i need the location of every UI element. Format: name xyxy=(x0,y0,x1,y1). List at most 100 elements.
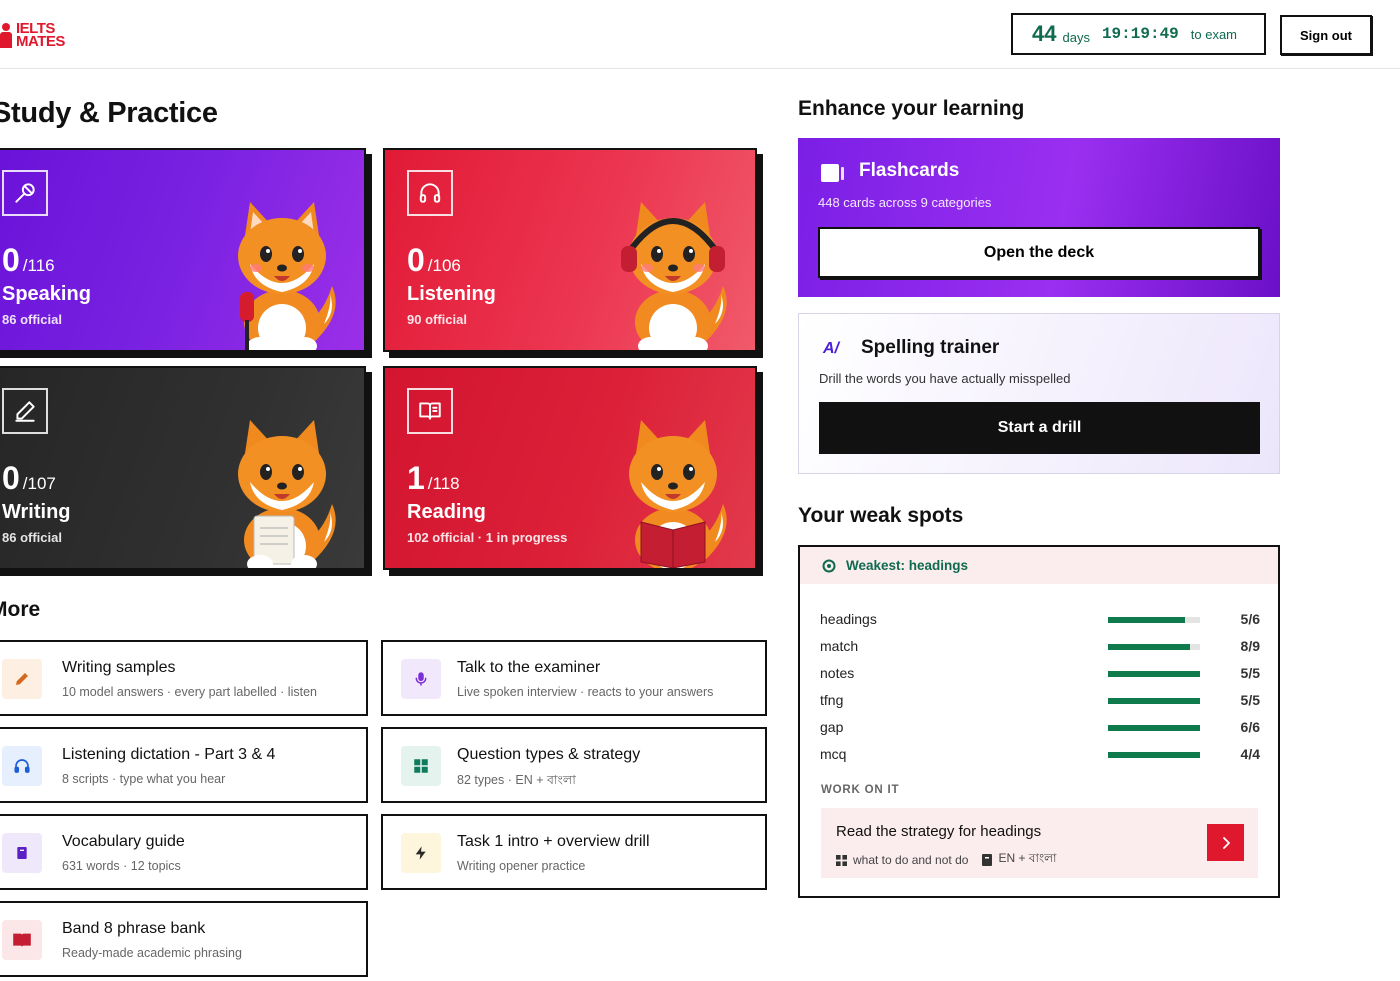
weak-spots-heading: Your weak spots xyxy=(798,504,964,527)
weak-row-label: tfng xyxy=(820,692,844,708)
weak-row: notes 5/5 xyxy=(820,665,1260,683)
weak-row-bar xyxy=(1108,698,1200,704)
listening-card[interactable]: 0/106 Listening 90 official xyxy=(383,148,757,352)
weak-row-label: mcq xyxy=(820,746,847,762)
spelling-trainer-card: A/ Spelling trainer Drill the words you … xyxy=(798,313,1280,474)
speaking-sub: 86 official xyxy=(2,312,62,327)
headphones-icon xyxy=(2,746,42,786)
weak-row-score: 5/5 xyxy=(1240,692,1260,708)
reading-label: Reading xyxy=(407,501,486,523)
weak-row-label: notes xyxy=(820,665,855,681)
spelling-icon: A/ xyxy=(823,340,839,357)
writing-samples-tile[interactable]: Writing samples 10 model answers · every… xyxy=(0,640,368,716)
strategy-open-button[interactable] xyxy=(1207,824,1244,861)
tool-sub: Writing opener practice xyxy=(457,859,586,873)
listening-done: 0 xyxy=(407,242,425,278)
strategy-card[interactable]: Read the strategy for headings what to d… xyxy=(821,808,1258,878)
weak-row: headings 5/6 xyxy=(820,611,1260,629)
speaking-total: /116 xyxy=(22,256,55,275)
band8-phrase-bank-tile[interactable]: Band 8 phrase bank Ready-made academic p… xyxy=(0,901,368,977)
ielts-mates-logo[interactable]: IELTS MATES xyxy=(0,20,65,50)
speaking-card[interactable]: 0/116 Speaking 86 official xyxy=(0,148,366,352)
book-icon xyxy=(407,388,453,434)
reading-card[interactable]: 1/118 Reading 102 official · 1 in progre… xyxy=(383,366,757,570)
weak-row-label: gap xyxy=(820,719,844,735)
strategy-title: Read the strategy for headings xyxy=(836,823,1042,840)
weak-row-fill xyxy=(1108,671,1200,677)
weak-row-score: 5/6 xyxy=(1240,611,1260,627)
countdown-suffix: to exam xyxy=(1190,26,1238,42)
talk-to-examiner-tile[interactable]: Talk to the examiner Live spoken intervi… xyxy=(381,640,767,716)
exam-countdown: 44 days 19:19:49 to exam xyxy=(1011,13,1266,55)
writing-total: /107 xyxy=(22,474,56,493)
strategy-meta-1: what to do and not do xyxy=(853,853,969,867)
microphone-icon xyxy=(401,659,441,699)
chevron-right-icon xyxy=(1222,836,1230,849)
writing-card[interactable]: 0/107 Writing 86 official xyxy=(0,366,366,570)
more-heading: More xyxy=(0,598,41,621)
fox-mascot-writing xyxy=(238,420,336,568)
countdown-clock: 19:19:49 xyxy=(1101,25,1179,43)
strategy-meta: what to do and not do EN + বাংলা xyxy=(836,850,1057,870)
open-book-icon xyxy=(2,920,42,960)
microphone-icon xyxy=(2,170,48,216)
study-practice-heading: Study & Practice xyxy=(0,97,218,129)
headphones-icon xyxy=(407,170,453,216)
vocabulary-guide-tile[interactable]: Vocabulary guide 631 words · 12 topics xyxy=(0,814,368,890)
task1-drill-tile[interactable]: Task 1 intro + overview drill Writing op… xyxy=(381,814,767,890)
pencil-icon xyxy=(2,659,42,699)
weakest-label: Weakest: headings xyxy=(846,558,969,573)
weak-row-bar xyxy=(1108,644,1200,650)
weak-row-bar xyxy=(1108,617,1200,623)
weak-row-label: headings xyxy=(820,611,877,627)
logo-line-2: MATES xyxy=(16,33,65,50)
book-icon xyxy=(2,833,42,873)
weak-row-fill xyxy=(1108,752,1200,758)
writing-label: Writing xyxy=(2,501,71,523)
tool-title: Writing samples xyxy=(62,659,176,676)
weak-row-score: 4/4 xyxy=(1240,746,1260,762)
weak-row-score: 6/6 xyxy=(1240,719,1260,735)
lightning-icon xyxy=(401,833,441,873)
tool-title: Band 8 phrase bank xyxy=(62,920,206,937)
weak-row: mcq 4/4 xyxy=(820,746,1260,764)
fox-mascot-speaking xyxy=(238,202,336,350)
tool-sub: Ready-made academic phrasing xyxy=(62,946,242,960)
reading-total: /118 xyxy=(427,474,460,493)
tool-sub: Live spoken interview · reacts to your a… xyxy=(457,685,714,699)
work-on-it-label: WORK ON IT xyxy=(821,784,900,796)
listening-total: /106 xyxy=(427,256,461,275)
start-drill-button[interactable]: Start a drill xyxy=(819,402,1260,454)
weak-row-fill xyxy=(1108,617,1185,623)
listening-label: Listening xyxy=(407,283,496,305)
listening-sub: 90 official xyxy=(407,312,467,327)
tool-sub: 8 scripts · type what you hear xyxy=(62,772,226,786)
weak-row-score: 5/5 xyxy=(1240,665,1260,681)
weak-row-score: 8/9 xyxy=(1240,638,1260,654)
writing-sub: 86 official xyxy=(2,530,62,545)
target-icon xyxy=(822,559,836,572)
fox-mascot-reading xyxy=(629,420,727,568)
flashcards-sub: 448 cards across 9 categories xyxy=(818,195,992,210)
listening-dictation-tile[interactable]: Listening dictation - Part 3 & 4 8 scrip… xyxy=(0,727,368,803)
writing-done: 0 xyxy=(2,460,20,496)
weak-spots-panel: Weakest: headings headings 5/6 match 8/9… xyxy=(798,545,1280,898)
question-types-tile[interactable]: Question types & strategy 82 types · EN … xyxy=(381,727,767,803)
pencil-icon xyxy=(2,388,48,434)
weak-row: gap 6/6 xyxy=(820,719,1260,737)
flashcards-icon xyxy=(820,163,846,188)
grid-icon xyxy=(836,854,847,866)
weak-row-bar xyxy=(1108,725,1200,731)
weak-row-fill xyxy=(1108,698,1200,704)
strategy-meta-2: EN + বাংলা xyxy=(998,851,1057,865)
weak-row: match 8/9 xyxy=(820,638,1260,656)
tool-title: Listening dictation - Part 3 & 4 xyxy=(62,746,276,763)
tool-title: Talk to the examiner xyxy=(457,659,601,676)
sign-out-button[interactable]: Sign out xyxy=(1280,15,1372,55)
speaking-label: Speaking xyxy=(2,283,91,305)
weak-row-bar xyxy=(1108,752,1200,758)
book-icon xyxy=(982,854,993,866)
open-deck-button[interactable]: Open the deck xyxy=(818,227,1260,278)
weak-row-fill xyxy=(1108,644,1190,650)
reading-done: 1 xyxy=(407,460,425,496)
